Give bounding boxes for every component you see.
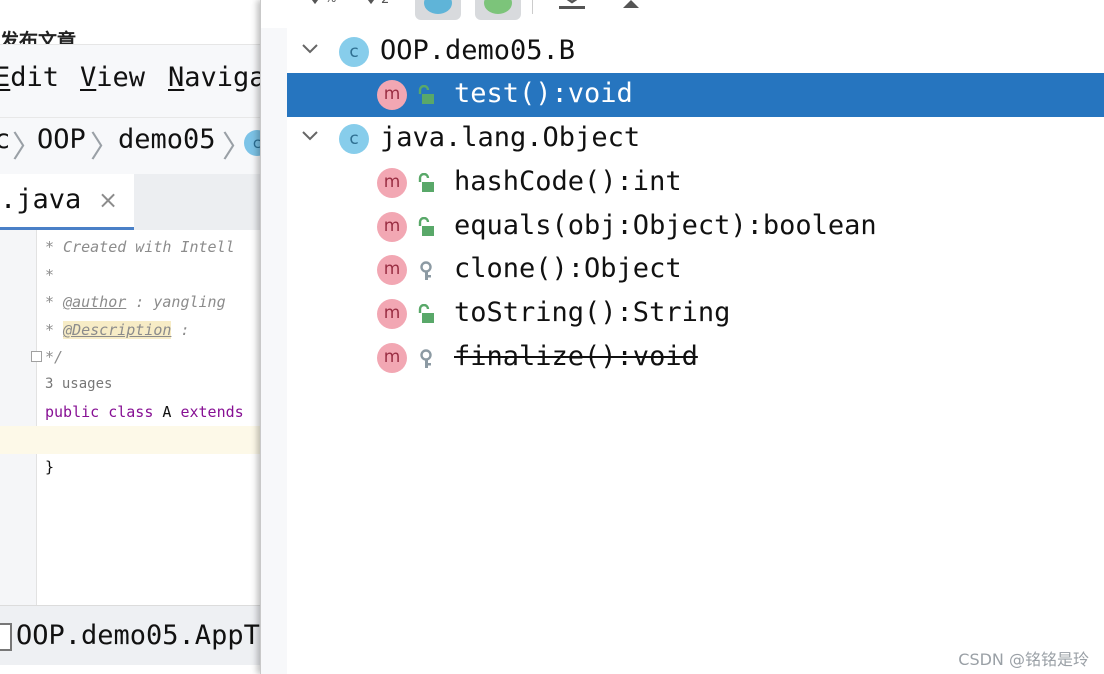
collapse-icon[interactable] [621, 0, 641, 10]
editor-tab-label: .java [0, 184, 82, 215]
tree-row-method[interactable]: m toString():String [287, 292, 1104, 336]
public-lock-icon [418, 173, 434, 192]
svg-text:%: % [325, 0, 336, 5]
chevron-down-icon[interactable] [299, 38, 321, 60]
browser-article-bar: 发布文章 [0, 0, 262, 44]
protected-key-icon [420, 261, 432, 280]
toolbar-separator [532, 0, 533, 14]
expand-all-icon[interactable] [557, 0, 587, 12]
editor-tab-bar: .java × [0, 174, 262, 230]
code-line: * [45, 266, 55, 284]
menu-view[interactable]: View [80, 62, 145, 93]
tree-row-label: equals(obj:Object):boolean [454, 210, 877, 241]
code-line: } [45, 458, 55, 476]
bottom-strip [0, 665, 262, 674]
chevron-right-icon: 〉 [90, 130, 120, 165]
tree-row-label: toString():String [454, 297, 731, 328]
file-icon [0, 623, 12, 651]
tree-row-label: test():void [454, 78, 633, 109]
code-line: */ [45, 348, 64, 366]
tree-row-label: finalize():void [454, 341, 698, 372]
usages-hint[interactable]: 3 usages [45, 376, 112, 392]
tree-gutter [261, 28, 287, 674]
tree-row-method-deprecated[interactable]: m finalize():void [287, 336, 1104, 380]
code-line: * @Description : [45, 321, 190, 339]
breadcrumb-item-demo05[interactable]: demo05 [118, 124, 216, 155]
breadcrumb-item-src[interactable]: c [0, 124, 10, 155]
class-icon: c [339, 124, 369, 154]
watermark: CSDN @铭铭是玲 [958, 650, 1089, 669]
protected-key-icon [420, 349, 432, 368]
breadcrumb: c 〉 OOP 〉 demo05 〉 c [0, 117, 262, 175]
menu-navigate[interactable]: Naviga [168, 62, 262, 93]
background-ide-window: 发布文章 Edit View Naviga c 〉 OOP 〉 demo05 〉… [0, 0, 262, 674]
editor-tab[interactable]: .java × [0, 174, 134, 230]
method-icon: m [377, 212, 407, 242]
public-lock-icon [418, 85, 434, 104]
tree-row-label: clone():Object [454, 253, 682, 284]
sort-icon[interactable]: % [305, 0, 345, 12]
public-lock-icon [418, 304, 434, 323]
code-line: * @author : yangling [45, 293, 226, 311]
method-icon: m [377, 80, 407, 110]
tree-row-label: java.lang.Object [380, 122, 641, 153]
code-line: * Created with Intell [45, 238, 235, 256]
public-lock-icon [418, 217, 434, 236]
tree-row-method[interactable]: m equals(obj:Object):boolean [287, 205, 1104, 249]
method-icon: m [377, 168, 407, 198]
tree-row-class[interactable]: c OOP.demo05.B [287, 30, 1104, 74]
tree-row-method-selected[interactable]: m test():void [287, 73, 1104, 117]
tree-row-method[interactable]: m clone():Object [287, 248, 1104, 292]
sort-alpha-icon[interactable]: 2 [361, 0, 401, 12]
hierarchy-popup: % 2 c OOP.demo05.B m [260, 0, 1104, 674]
status-bar: OOP.demo05.AppT [0, 605, 262, 666]
chevron-down-icon[interactable] [299, 125, 321, 147]
code-editor[interactable]: * Created with Intell * * @author : yang… [0, 230, 262, 605]
tree-row-method[interactable]: m hashCode():int [287, 161, 1104, 205]
show-inherited-button[interactable] [475, 0, 521, 20]
article-title: 发布文章 [0, 30, 77, 44]
inherited-icon [484, 0, 512, 14]
tree-row-label: OOP.demo05.B [380, 35, 576, 66]
popup-toolbar: % 2 [261, 0, 1104, 28]
tree-row-label: hashCode():int [454, 166, 682, 197]
fold-icon[interactable] [31, 351, 42, 362]
menu-bar: Edit View Naviga [0, 44, 262, 118]
show-fields-button[interactable] [415, 0, 461, 20]
method-icon: m [377, 343, 407, 373]
menu-edit[interactable]: Edit [0, 62, 59, 93]
class-icon: c [339, 37, 369, 67]
tree-row-class[interactable]: c java.lang.Object [287, 117, 1104, 161]
svg-text:2: 2 [381, 0, 389, 7]
current-line-highlight [0, 426, 262, 454]
breadcrumb-item-oop[interactable]: OOP [37, 124, 86, 155]
close-icon[interactable]: × [98, 186, 118, 214]
code-line: public class A extends [45, 403, 244, 421]
method-icon: m [377, 299, 407, 329]
status-path[interactable]: OOP.demo05.AppT [16, 620, 260, 651]
field-icon [424, 0, 452, 14]
method-icon: m [377, 255, 407, 285]
